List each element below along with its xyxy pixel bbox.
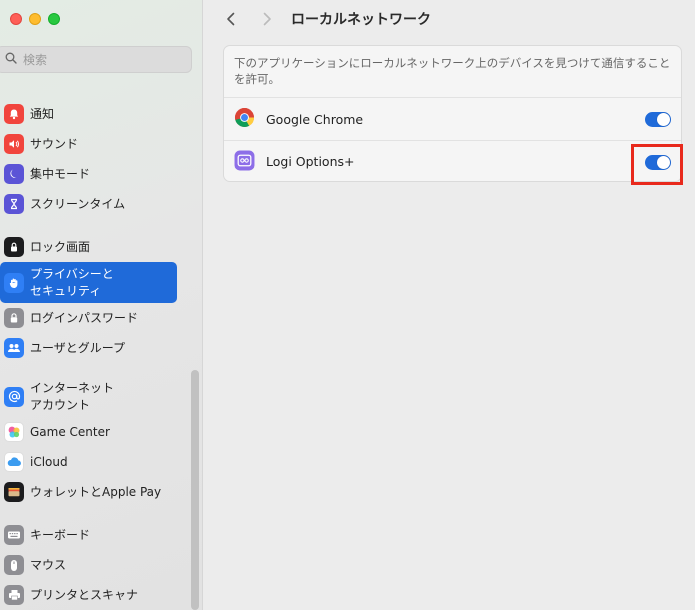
zoom-window-button[interactable]	[48, 13, 60, 25]
chrome-icon	[234, 107, 255, 131]
main-content: ローカルネットワーク 下のアプリケーションにローカルネットワーク上のデバイスを見…	[203, 0, 695, 610]
sidebar-item-label: マウス	[30, 557, 67, 572]
sidebar-item-label: ロック画面	[30, 239, 91, 254]
printer-icon	[4, 585, 24, 605]
sidebar-item-label: ログインパスワード	[30, 310, 139, 325]
search-icon	[5, 52, 17, 67]
window-controls	[10, 13, 60, 25]
sidebar-item-icloud[interactable]: iCloud	[0, 452, 177, 472]
toolbar: ローカルネットワーク	[203, 0, 695, 38]
sidebar-item-printers-scanners[interactable]: プリンタとスキャナ	[0, 585, 177, 605]
hourglass-icon	[4, 194, 24, 214]
sidebar-item-privacy-security[interactable]: プライバシーと セキュリティ	[0, 262, 177, 303]
users-icon	[4, 338, 24, 358]
padlock-icon	[4, 308, 24, 328]
sidebar-item-screen-time[interactable]: スクリーンタイム	[0, 194, 177, 214]
sidebar: 通知 サウンド 集中モード スクリーンタイム ロック画面 プライバシーと セキュ…	[0, 0, 203, 610]
mouse-icon	[4, 555, 24, 575]
sidebar-scrollbar[interactable]	[191, 370, 199, 610]
sidebar-item-label: 集中モード	[30, 166, 91, 181]
minimize-window-button[interactable]	[29, 13, 41, 25]
speaker-icon	[4, 134, 24, 154]
sidebar-item-label: 通知	[30, 106, 55, 121]
sidebar-item-label: プライバシーと セキュリティ	[30, 266, 114, 298]
lock-screen-icon	[4, 237, 24, 257]
app-row-logi-options: Logi Options+	[224, 140, 681, 181]
panel-description: 下のアプリケーションにローカルネットワーク上のデバイスを見つけて通信することを許…	[224, 46, 681, 98]
sidebar-item-focus[interactable]: 集中モード	[0, 164, 177, 184]
chevron-right-icon	[263, 12, 271, 26]
sidebar-item-game-center[interactable]: Game Center	[0, 422, 177, 442]
sidebar-item-notifications[interactable]: 通知	[0, 104, 177, 124]
close-window-button[interactable]	[10, 13, 22, 25]
moon-icon	[4, 164, 24, 184]
sidebar-item-label: サウンド	[30, 136, 79, 151]
wallet-icon	[4, 482, 24, 502]
sidebar-item-label: ウォレットとApple Pay	[30, 484, 162, 499]
game-center-icon	[4, 422, 24, 442]
toggle-google-chrome[interactable]	[645, 112, 671, 127]
local-network-panel: 下のアプリケーションにローカルネットワーク上のデバイスを見つけて通信することを許…	[223, 45, 682, 182]
sidebar-item-label: Game Center	[30, 424, 110, 439]
at-icon	[4, 386, 24, 407]
sidebar-item-sound[interactable]: サウンド	[0, 134, 177, 154]
toggle-knob	[657, 113, 670, 126]
search-input[interactable]	[23, 52, 173, 67]
sidebar-item-label: キーボード	[30, 527, 91, 542]
sidebar-item-internet-accounts[interactable]: インターネット アカウント	[0, 378, 177, 415]
sidebar-item-label: スクリーンタイム	[30, 196, 126, 211]
sidebar-item-label: インターネット アカウント	[30, 380, 115, 412]
sidebar-item-keyboard[interactable]: キーボード	[0, 525, 177, 545]
sidebar-item-label: ユーザとグループ	[30, 340, 126, 355]
sidebar-item-mouse[interactable]: マウス	[0, 555, 177, 575]
app-name: Logi Options+	[266, 154, 355, 169]
search-field[interactable]	[0, 46, 192, 73]
sidebar-item-label: iCloud	[30, 454, 68, 469]
logi-options-icon	[234, 150, 255, 174]
hand-icon	[4, 272, 24, 293]
icloud-icon	[4, 452, 24, 472]
page-title: ローカルネットワーク	[291, 12, 431, 28]
sidebar-item-lock-screen[interactable]: ロック画面	[0, 237, 177, 257]
keyboard-icon	[4, 525, 24, 545]
chevron-left-icon	[227, 12, 235, 26]
highlight-box	[631, 144, 683, 185]
sidebar-item-label: プリンタとスキャナ	[30, 587, 139, 602]
sidebar-item-wallet-apple-pay[interactable]: ウォレットとApple Pay	[0, 482, 177, 502]
forward-button[interactable]	[257, 9, 277, 29]
bell-icon	[4, 104, 24, 124]
app-row-google-chrome: Google Chrome	[224, 98, 681, 140]
back-button[interactable]	[221, 9, 241, 29]
sidebar-item-users-groups[interactable]: ユーザとグループ	[0, 338, 177, 358]
sidebar-item-login-password[interactable]: ログインパスワード	[0, 308, 177, 328]
app-name: Google Chrome	[266, 111, 364, 127]
